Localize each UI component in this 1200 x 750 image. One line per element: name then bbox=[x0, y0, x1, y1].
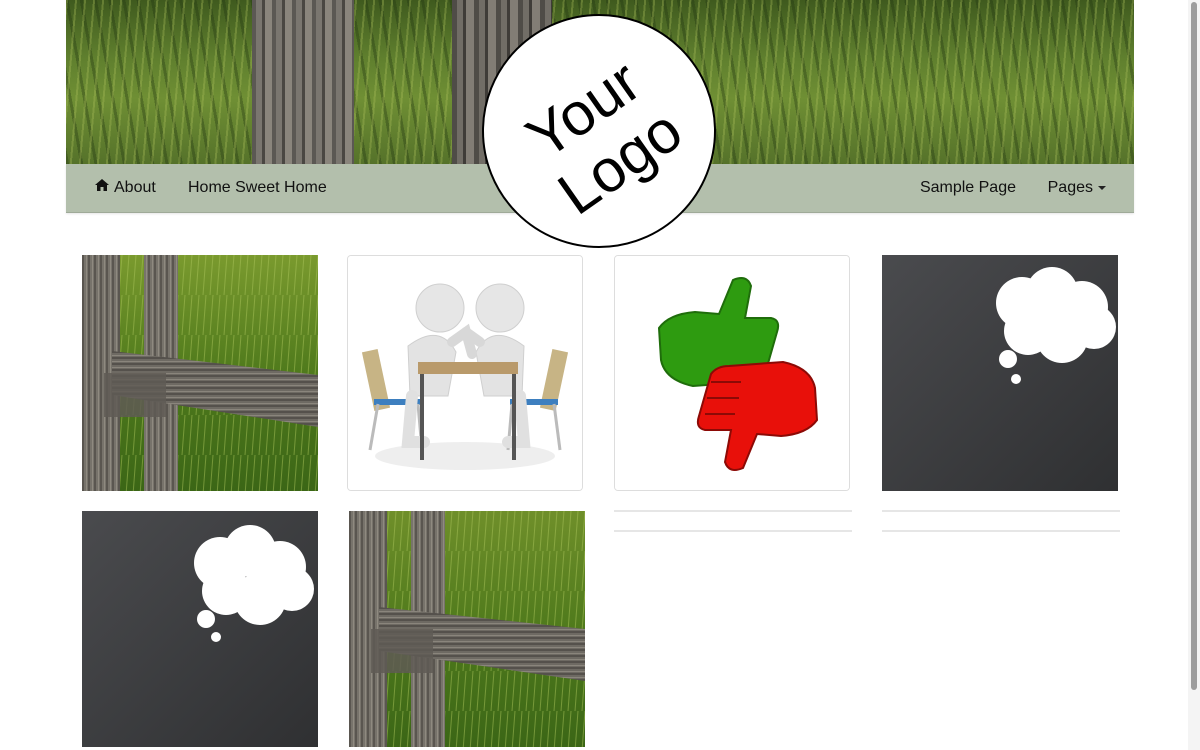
nav-home-sweet-home-label: Home Sweet Home bbox=[188, 179, 327, 196]
gallery-thumbnail-thumbs[interactable] bbox=[614, 255, 850, 491]
site-logo[interactable]: Your Logo bbox=[482, 14, 716, 248]
nav-about-label: About bbox=[114, 179, 156, 197]
logo-text-art: Your Logo bbox=[514, 47, 693, 227]
gallery-thumbnail-fence[interactable] bbox=[82, 255, 318, 491]
nav-sample-page-link[interactable]: Sample Page bbox=[920, 164, 1016, 212]
home-icon bbox=[94, 164, 110, 212]
placeholder-line bbox=[882, 510, 1120, 512]
fence-post bbox=[252, 0, 354, 164]
nav-pages-dropdown[interactable]: Pages bbox=[1048, 164, 1106, 212]
gallery-thumbnail-thought-bubble[interactable] bbox=[882, 255, 1118, 491]
nav-pages-label: Pages bbox=[1047, 179, 1093, 196]
scrollbar-thumb[interactable] bbox=[1191, 2, 1197, 690]
placeholder-line bbox=[882, 530, 1120, 532]
gallery-thumbnail-thought-bubble[interactable] bbox=[82, 511, 318, 747]
placeholder-line bbox=[614, 510, 852, 512]
gallery-thumbnail-arm-wrestling[interactable] bbox=[347, 255, 583, 491]
nav-about-link[interactable]: About bbox=[94, 164, 156, 212]
gallery-thumbnail-fence[interactable] bbox=[349, 511, 585, 747]
nav-sample-page-label: Sample Page bbox=[919, 179, 1016, 196]
caret-down-icon bbox=[1098, 185, 1106, 190]
placeholder-line bbox=[614, 530, 852, 532]
vertical-scrollbar[interactable] bbox=[1188, 0, 1200, 750]
nav-home-sweet-home-link[interactable]: Home Sweet Home bbox=[188, 164, 327, 212]
